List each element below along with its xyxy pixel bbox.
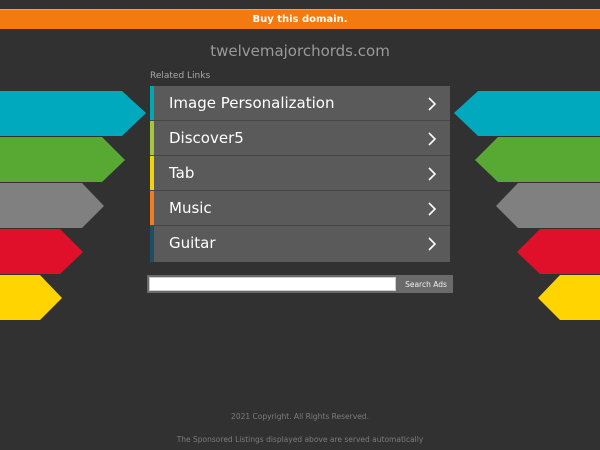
- buy-domain-banner[interactable]: Buy this domain.: [0, 9, 600, 29]
- related-link-label: Guitar: [169, 234, 216, 252]
- related-link-guitar[interactable]: Guitar: [150, 226, 450, 262]
- search-input[interactable]: [149, 277, 396, 291]
- link-color-stripe: [150, 86, 154, 120]
- domain-title: twelvemajorchords.com: [210, 42, 390, 60]
- right-arrow-red: [517, 229, 600, 274]
- related-link-tab[interactable]: Tab: [150, 156, 450, 191]
- link-color-stripe: [150, 121, 154, 155]
- right-arrow-yellow: [538, 275, 600, 320]
- related-link-label: Discover5: [169, 129, 244, 147]
- disclaimer-text: The Sponsored Listings displayed above a…: [176, 435, 424, 444]
- related-links-heading: Related Links: [150, 71, 211, 81]
- link-color-stripe: [150, 191, 154, 225]
- page: Buy this domain. twelvemajorchords.com R…: [0, 0, 600, 450]
- chevron-right-icon: [428, 132, 437, 146]
- link-color-stripe: [150, 156, 154, 190]
- related-link-label: Music: [169, 199, 212, 217]
- right-arrow-gray: [496, 183, 600, 228]
- right-arrow-green: [475, 137, 600, 182]
- related-link-discover5[interactable]: Discover5: [150, 121, 450, 156]
- link-color-stripe: [150, 226, 154, 262]
- related-link-music[interactable]: Music: [150, 191, 450, 226]
- left-arrow-red: [0, 229, 83, 274]
- related-link-label: Image Personalization: [169, 94, 335, 112]
- search-bar: Search Ads: [147, 275, 453, 293]
- copyright-text: 2021 Copyright. All Rights Reserved.: [231, 412, 369, 421]
- left-arrow-gray: [0, 183, 104, 228]
- left-arrow-green: [0, 137, 125, 182]
- chevron-right-icon: [428, 167, 437, 181]
- related-link-label: Tab: [169, 164, 195, 182]
- search-ads-button[interactable]: Search Ads: [399, 275, 453, 293]
- left-arrow-yellow: [0, 275, 62, 320]
- chevron-right-icon: [428, 237, 437, 251]
- related-links-list: Image Personalization Discover5 Tab Musi…: [150, 86, 450, 262]
- right-arrow-cyan: [454, 91, 600, 136]
- related-link-image-personalization[interactable]: Image Personalization: [150, 86, 450, 121]
- left-arrow-cyan: [0, 91, 146, 136]
- chevron-right-icon: [428, 97, 437, 111]
- chevron-right-icon: [428, 202, 437, 216]
